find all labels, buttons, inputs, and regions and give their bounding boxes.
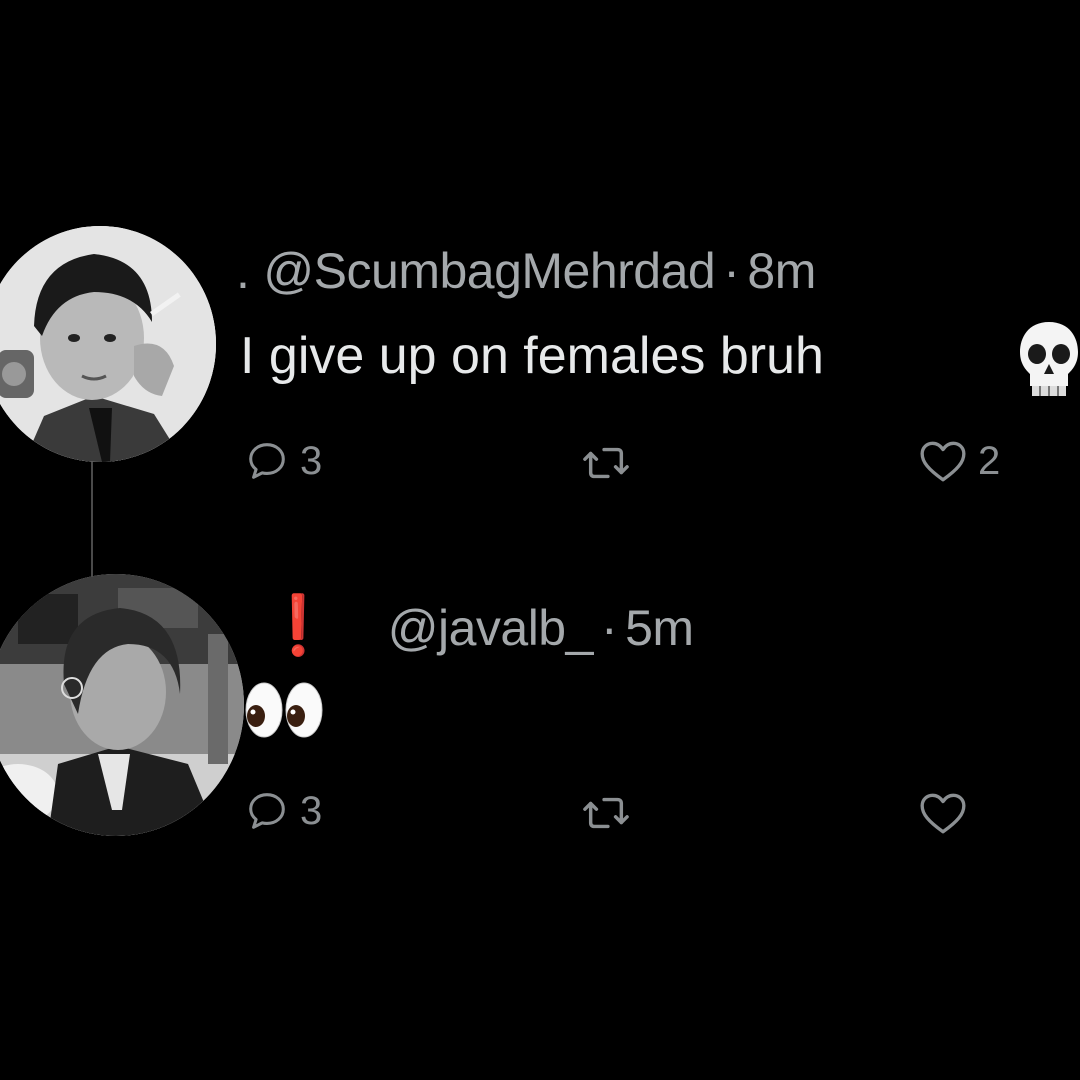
heart-icon: [920, 441, 966, 482]
retweet-icon: [583, 447, 629, 479]
reply-count: 3: [300, 788, 323, 833]
avatar-photo-2: [0, 574, 244, 836]
display-name[interactable]: ❗: [262, 593, 334, 658]
separator-dot: ·: [600, 600, 618, 656]
reply-button[interactable]: 3: [244, 438, 322, 484]
skull-emoji-icon: [1020, 322, 1078, 396]
retweet-button[interactable]: [580, 790, 632, 836]
timestamp[interactable]: 5m: [625, 600, 694, 656]
heart-icon: [920, 793, 966, 834]
retweet-button[interactable]: [580, 440, 632, 486]
thread-connector-line: [91, 462, 93, 580]
eyes-emoji-icon: [245, 682, 323, 738]
username-link[interactable]: @javalb_: [388, 600, 594, 656]
reply-icon: [249, 793, 285, 829]
avatar[interactable]: [0, 226, 216, 462]
tweet-text: I give up on females bruh: [240, 327, 824, 385]
display-name[interactable]: .: [236, 243, 250, 299]
like-button[interactable]: 2: [918, 438, 1000, 484]
retweet-icon: [583, 797, 629, 829]
avatar[interactable]: [0, 574, 244, 836]
tweet-header: . @ScumbagMehrdad · 8m: [236, 242, 816, 300]
like-count: 2: [978, 438, 1001, 483]
reply-count: 3: [300, 438, 323, 483]
avatar-photo-1: [0, 226, 216, 462]
like-button[interactable]: [918, 790, 968, 836]
timestamp[interactable]: 8m: [747, 243, 816, 299]
username-link[interactable]: @ScumbagMehrdad: [263, 243, 715, 299]
separator-dot: ·: [723, 243, 740, 299]
tweet-header: ❗ @javalb_ · 5m: [262, 592, 694, 660]
reply-icon: [249, 443, 285, 479]
reply-button[interactable]: 3: [244, 788, 322, 834]
